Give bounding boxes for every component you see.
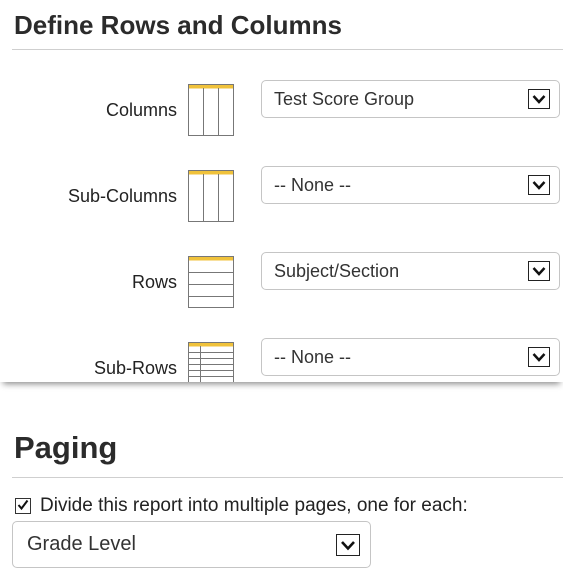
chevron-down-icon[interactable] (336, 534, 360, 556)
sub-rows-grid-icon (188, 342, 234, 382)
define-rows-columns-title: Define Rows and Columns (14, 10, 342, 40)
sub-columns-grid-icon (188, 170, 234, 222)
divider (12, 477, 563, 478)
columns-grid-icon (188, 84, 234, 136)
columns-select[interactable]: Test Score Group (261, 80, 560, 118)
chevron-down-icon[interactable] (528, 261, 550, 281)
checkmark-icon (17, 499, 29, 511)
divide-pages-label: Divide this report into multiple pages, … (40, 495, 468, 516)
divide-pages-checkbox[interactable] (15, 498, 31, 514)
sub-rows-label: Sub-Rows (93, 358, 177, 378)
paging-checkbox-row[interactable]: Divide this report into multiple pages, … (15, 493, 468, 519)
rows-label: Rows (131, 272, 177, 292)
rows-grid-icon (188, 256, 234, 308)
sub-rows-select-value: -- None -- (274, 347, 352, 367)
paging-select[interactable]: Grade Level (12, 521, 371, 568)
columns-label: Columns (105, 100, 177, 120)
sub-columns-label: Sub-Columns (67, 186, 177, 206)
sub-columns-select[interactable]: -- None -- (261, 166, 560, 204)
chevron-down-icon[interactable] (528, 347, 550, 367)
paging-select-value: Grade Level (27, 533, 136, 555)
rows-columns-panel: Columns Test Score Group Sub-Columns -- … (0, 50, 563, 382)
sub-columns-select-value: -- None -- (274, 175, 352, 195)
rows-select-value: Subject/Section (274, 261, 400, 281)
rows-select[interactable]: Subject/Section (261, 252, 560, 290)
chevron-down-icon[interactable] (528, 175, 550, 195)
paging-title: Paging (14, 430, 118, 465)
columns-select-value: Test Score Group (274, 89, 415, 109)
sub-rows-select[interactable]: -- None -- (261, 338, 560, 376)
chevron-down-icon[interactable] (528, 89, 550, 109)
